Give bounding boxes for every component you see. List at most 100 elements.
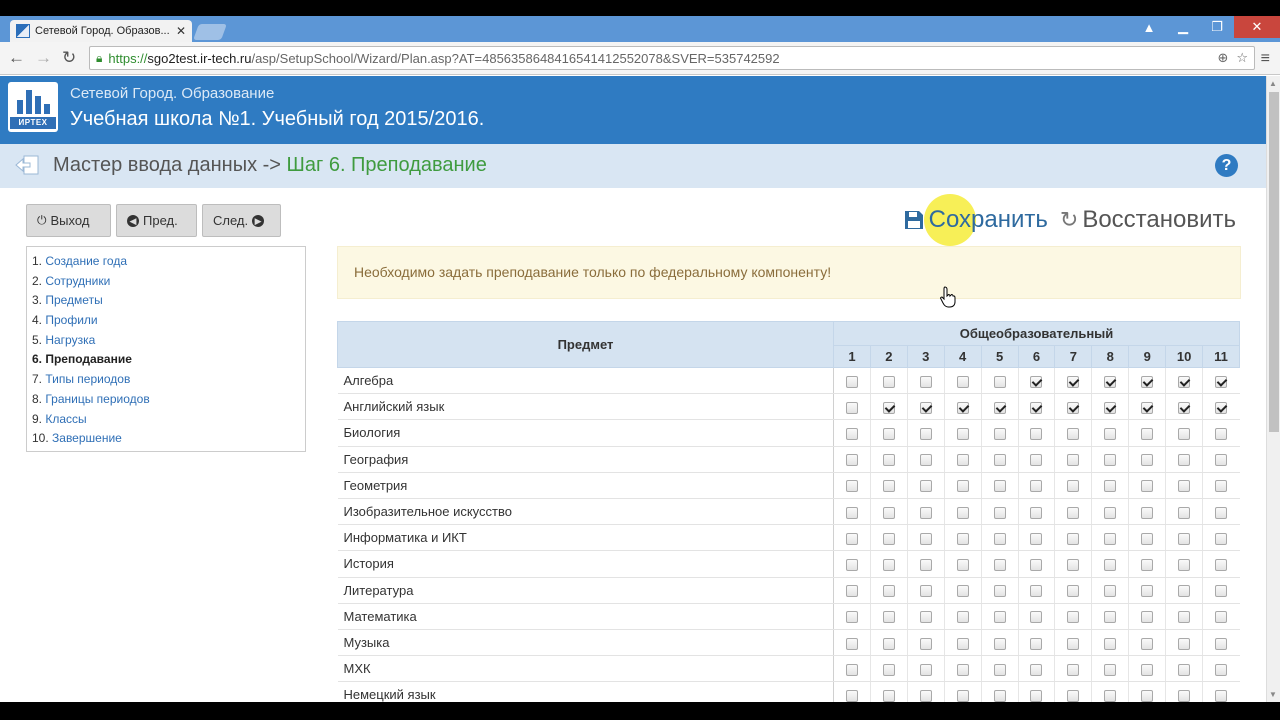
- checkbox-unchecked[interactable]: [1104, 480, 1117, 493]
- checkbox-unchecked[interactable]: [1141, 689, 1154, 702]
- checkbox-unchecked[interactable]: [1141, 611, 1154, 624]
- checkbox-unchecked[interactable]: [1030, 611, 1043, 624]
- wizard-step-item[interactable]: 3. Предметы: [32, 291, 300, 311]
- wizard-step-item[interactable]: 10. Завершение: [32, 429, 300, 449]
- checkbox-unchecked[interactable]: [1178, 637, 1191, 650]
- next-button[interactable]: След. ▶: [202, 204, 281, 237]
- checkbox-unchecked[interactable]: [882, 506, 895, 519]
- checkbox-unchecked[interactable]: [845, 480, 858, 493]
- checkbox-unchecked[interactable]: [993, 480, 1006, 493]
- step-label[interactable]: Сотрудники: [45, 274, 110, 288]
- checkbox-unchecked[interactable]: [919, 689, 932, 702]
- forward-arrow-icon[interactable]: →: [35, 48, 52, 68]
- checkbox-unchecked[interactable]: [1104, 637, 1117, 650]
- wizard-step-item[interactable]: 9. Классы: [32, 410, 300, 430]
- checkbox-checked[interactable]: [1141, 401, 1154, 414]
- checkbox-unchecked[interactable]: [845, 558, 858, 571]
- checkbox-unchecked[interactable]: [993, 585, 1006, 598]
- checkbox-unchecked[interactable]: [1178, 558, 1191, 571]
- checkbox-checked[interactable]: [1104, 375, 1117, 388]
- page-scrollbar[interactable]: ▲ ▼: [1266, 76, 1280, 702]
- checkbox-unchecked[interactable]: [1030, 663, 1043, 676]
- checkbox-unchecked[interactable]: [1067, 558, 1080, 571]
- checkbox-checked[interactable]: [1178, 375, 1191, 388]
- checkbox-unchecked[interactable]: [845, 428, 858, 441]
- checkbox-checked[interactable]: [882, 401, 895, 414]
- checkbox-unchecked[interactable]: [882, 637, 895, 650]
- checkbox-unchecked[interactable]: [1104, 454, 1117, 467]
- scroll-down-icon[interactable]: ▼: [1269, 690, 1277, 699]
- step-label[interactable]: Классы: [45, 412, 86, 426]
- checkbox-unchecked[interactable]: [1215, 663, 1228, 676]
- checkbox-unchecked[interactable]: [1215, 637, 1228, 650]
- checkbox-unchecked[interactable]: [993, 428, 1006, 441]
- checkbox-checked[interactable]: [1141, 375, 1154, 388]
- checkbox-unchecked[interactable]: [1178, 585, 1191, 598]
- checkbox-unchecked[interactable]: [993, 375, 1006, 388]
- checkbox-unchecked[interactable]: [1215, 506, 1228, 519]
- browser-tab[interactable]: Сетевой Город. Образов... ✕: [10, 20, 192, 42]
- checkbox-unchecked[interactable]: [956, 663, 969, 676]
- checkbox-unchecked[interactable]: [1178, 689, 1191, 702]
- checkbox-unchecked[interactable]: [993, 454, 1006, 467]
- checkbox-unchecked[interactable]: [956, 558, 969, 571]
- checkbox-unchecked[interactable]: [919, 585, 932, 598]
- maximize-button[interactable]: ❐: [1200, 16, 1234, 38]
- checkbox-unchecked[interactable]: [919, 480, 932, 493]
- step-label[interactable]: Предметы: [45, 293, 102, 307]
- step-label[interactable]: Типы периодов: [45, 372, 130, 386]
- checkbox-unchecked[interactable]: [1178, 454, 1191, 467]
- checkbox-unchecked[interactable]: [1067, 689, 1080, 702]
- checkbox-checked[interactable]: [1030, 375, 1043, 388]
- checkbox-unchecked[interactable]: [1178, 532, 1191, 545]
- checkbox-checked[interactable]: [993, 401, 1006, 414]
- zoom-icon[interactable]: ⊕: [1217, 50, 1228, 66]
- checkbox-unchecked[interactable]: [1141, 454, 1154, 467]
- prev-button[interactable]: ◀ Пред.: [116, 204, 197, 237]
- checkbox-unchecked[interactable]: [956, 480, 969, 493]
- checkbox-unchecked[interactable]: [845, 611, 858, 624]
- checkbox-unchecked[interactable]: [1104, 558, 1117, 571]
- checkbox-unchecked[interactable]: [1067, 480, 1080, 493]
- checkbox-unchecked[interactable]: [919, 663, 932, 676]
- checkbox-unchecked[interactable]: [1030, 689, 1043, 702]
- checkbox-unchecked[interactable]: [1030, 637, 1043, 650]
- checkbox-unchecked[interactable]: [1030, 585, 1043, 598]
- checkbox-unchecked[interactable]: [1030, 428, 1043, 441]
- browser-menu-icon[interactable]: ≡: [1261, 50, 1270, 68]
- checkbox-unchecked[interactable]: [993, 689, 1006, 702]
- checkbox-unchecked[interactable]: [882, 480, 895, 493]
- checkbox-unchecked[interactable]: [956, 689, 969, 702]
- close-window-button[interactable]: ✕: [1234, 16, 1280, 38]
- scroll-up-icon[interactable]: ▲: [1269, 79, 1277, 88]
- checkbox-unchecked[interactable]: [919, 637, 932, 650]
- checkbox-unchecked[interactable]: [1141, 506, 1154, 519]
- reload-icon[interactable]: ↻: [62, 48, 76, 68]
- wizard-step-item[interactable]: 2. Сотрудники: [32, 272, 300, 292]
- step-label[interactable]: Завершение: [52, 431, 122, 445]
- checkbox-unchecked[interactable]: [919, 506, 932, 519]
- checkbox-unchecked[interactable]: [919, 611, 932, 624]
- help-icon[interactable]: ?: [1215, 154, 1238, 177]
- checkbox-unchecked[interactable]: [1141, 480, 1154, 493]
- wizard-step-item[interactable]: 1. Создание года: [32, 252, 300, 272]
- checkbox-unchecked[interactable]: [1141, 637, 1154, 650]
- checkbox-unchecked[interactable]: [882, 611, 895, 624]
- checkbox-unchecked[interactable]: [1104, 585, 1117, 598]
- checkbox-unchecked[interactable]: [1215, 532, 1228, 545]
- checkbox-checked[interactable]: [1215, 375, 1228, 388]
- checkbox-unchecked[interactable]: [1067, 454, 1080, 467]
- checkbox-unchecked[interactable]: [956, 532, 969, 545]
- checkbox-unchecked[interactable]: [845, 454, 858, 467]
- checkbox-unchecked[interactable]: [1067, 585, 1080, 598]
- checkbox-unchecked[interactable]: [993, 506, 1006, 519]
- checkbox-unchecked[interactable]: [1141, 558, 1154, 571]
- checkbox-unchecked[interactable]: [845, 585, 858, 598]
- minimize-button[interactable]: ▁: [1166, 16, 1200, 38]
- checkbox-unchecked[interactable]: [956, 611, 969, 624]
- step-label[interactable]: Профили: [45, 313, 97, 327]
- checkbox-unchecked[interactable]: [1178, 480, 1191, 493]
- checkbox-unchecked[interactable]: [1215, 611, 1228, 624]
- checkbox-unchecked[interactable]: [845, 506, 858, 519]
- checkbox-unchecked[interactable]: [845, 689, 858, 702]
